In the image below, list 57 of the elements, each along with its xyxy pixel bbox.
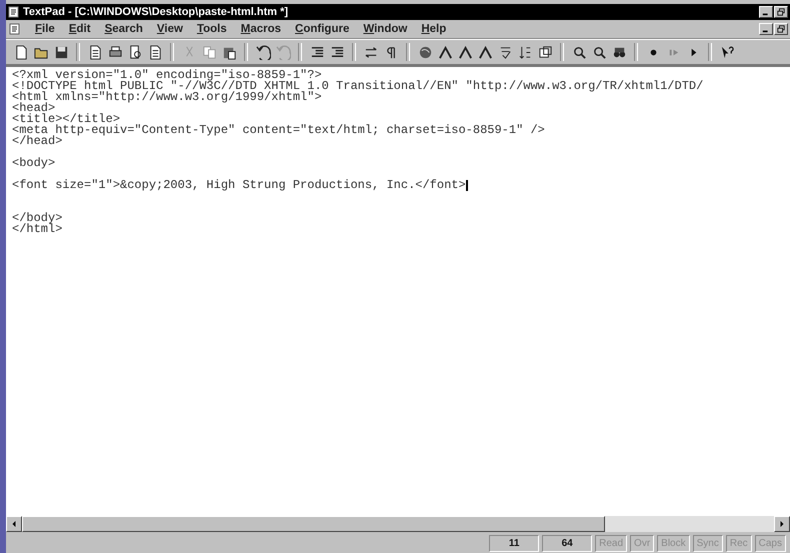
- menu-item[interactable]: Window: [363, 23, 408, 35]
- restore-button[interactable]: [774, 6, 788, 18]
- clipboard-page-icon: [88, 44, 102, 60]
- line-number: 11: [489, 535, 540, 552]
- menu-item[interactable]: Configure: [295, 23, 350, 35]
- outdent-icon: [330, 44, 344, 60]
- redo-icon: [276, 44, 290, 60]
- restore-icon: [777, 8, 785, 16]
- code-line: <meta http-equiv="Content-Type" content="text/html; charset=iso-8859-1" />: [12, 125, 546, 136]
- menu-item[interactable]: Tools: [196, 23, 227, 35]
- menu-item[interactable]: Macros: [240, 23, 282, 35]
- restore-button[interactable]: [774, 23, 788, 35]
- scroll-left-button[interactable]: [6, 516, 22, 532]
- minimize-button[interactable]: [759, 6, 773, 18]
- window-title: TextPad - [C:\WINDOWS\Desktop\paste-html.htm *]: [23, 6, 288, 18]
- text-cursor: [466, 180, 468, 191]
- code-line: </html>: [12, 224, 64, 235]
- undo-icon: [256, 44, 270, 60]
- new-file-icon: [14, 44, 28, 60]
- menu-item[interactable]: Help: [421, 23, 446, 35]
- help-pointer-icon: [720, 44, 734, 60]
- code-line: </head>: [12, 136, 62, 147]
- menu-item[interactable]: File: [35, 23, 55, 35]
- indent-icon: [310, 44, 324, 60]
- menu-item[interactable]: Edit: [68, 23, 91, 35]
- undo-button[interactable]: [254, 43, 272, 61]
- find-files-icon: [592, 44, 606, 60]
- document-icon: [148, 44, 162, 60]
- code-line: <!DOCTYPE html PUBLIC "-//W3C//DTD XHTML 1.0 Transitional//EN" "http://www.w3.org/TR/xhtml1/DTD/: [12, 81, 704, 92]
- right-arrow-icon: [779, 521, 785, 527]
- print-preview-icon: [128, 44, 142, 60]
- column-number: 64: [542, 535, 592, 552]
- swap-icon: [364, 44, 378, 60]
- menu-item[interactable]: View: [156, 23, 183, 35]
- left-arrow-icon: [11, 521, 17, 527]
- print-icon: [108, 44, 122, 60]
- code-line: <font size="1">&copy;2003, High Strung Productions, Inc.</font>: [12, 180, 469, 191]
- copy-icon: [202, 44, 216, 60]
- code-line: <?xml version="1.0" encoding="iso-8859-1"?>: [12, 70, 322, 81]
- code-line: <head>: [12, 103, 56, 114]
- horizontal-scrollbar[interactable]: [6, 516, 790, 532]
- code-line: </body>: [12, 213, 64, 224]
- scroll-right-button[interactable]: [774, 516, 790, 532]
- menu-item[interactable]: Search: [104, 23, 143, 35]
- sort-icon: [518, 44, 532, 60]
- code-line: <body>: [12, 158, 56, 169]
- save-icon: [54, 44, 68, 60]
- code-line: <title></title>: [12, 114, 120, 125]
- globe-icon: [418, 44, 432, 60]
- document-icon: [8, 6, 20, 18]
- scrollbar-thumb[interactable]: [22, 516, 605, 532]
- minimize-button[interactable]: [759, 23, 773, 35]
- document-icon[interactable]: [9, 23, 21, 35]
- code-line: <html xmlns="http://www.w3.org/1999/xhtml">: [12, 92, 323, 103]
- search-icon: [572, 44, 586, 60]
- restore-icon: [777, 25, 785, 33]
- compare-icon: [538, 44, 552, 60]
